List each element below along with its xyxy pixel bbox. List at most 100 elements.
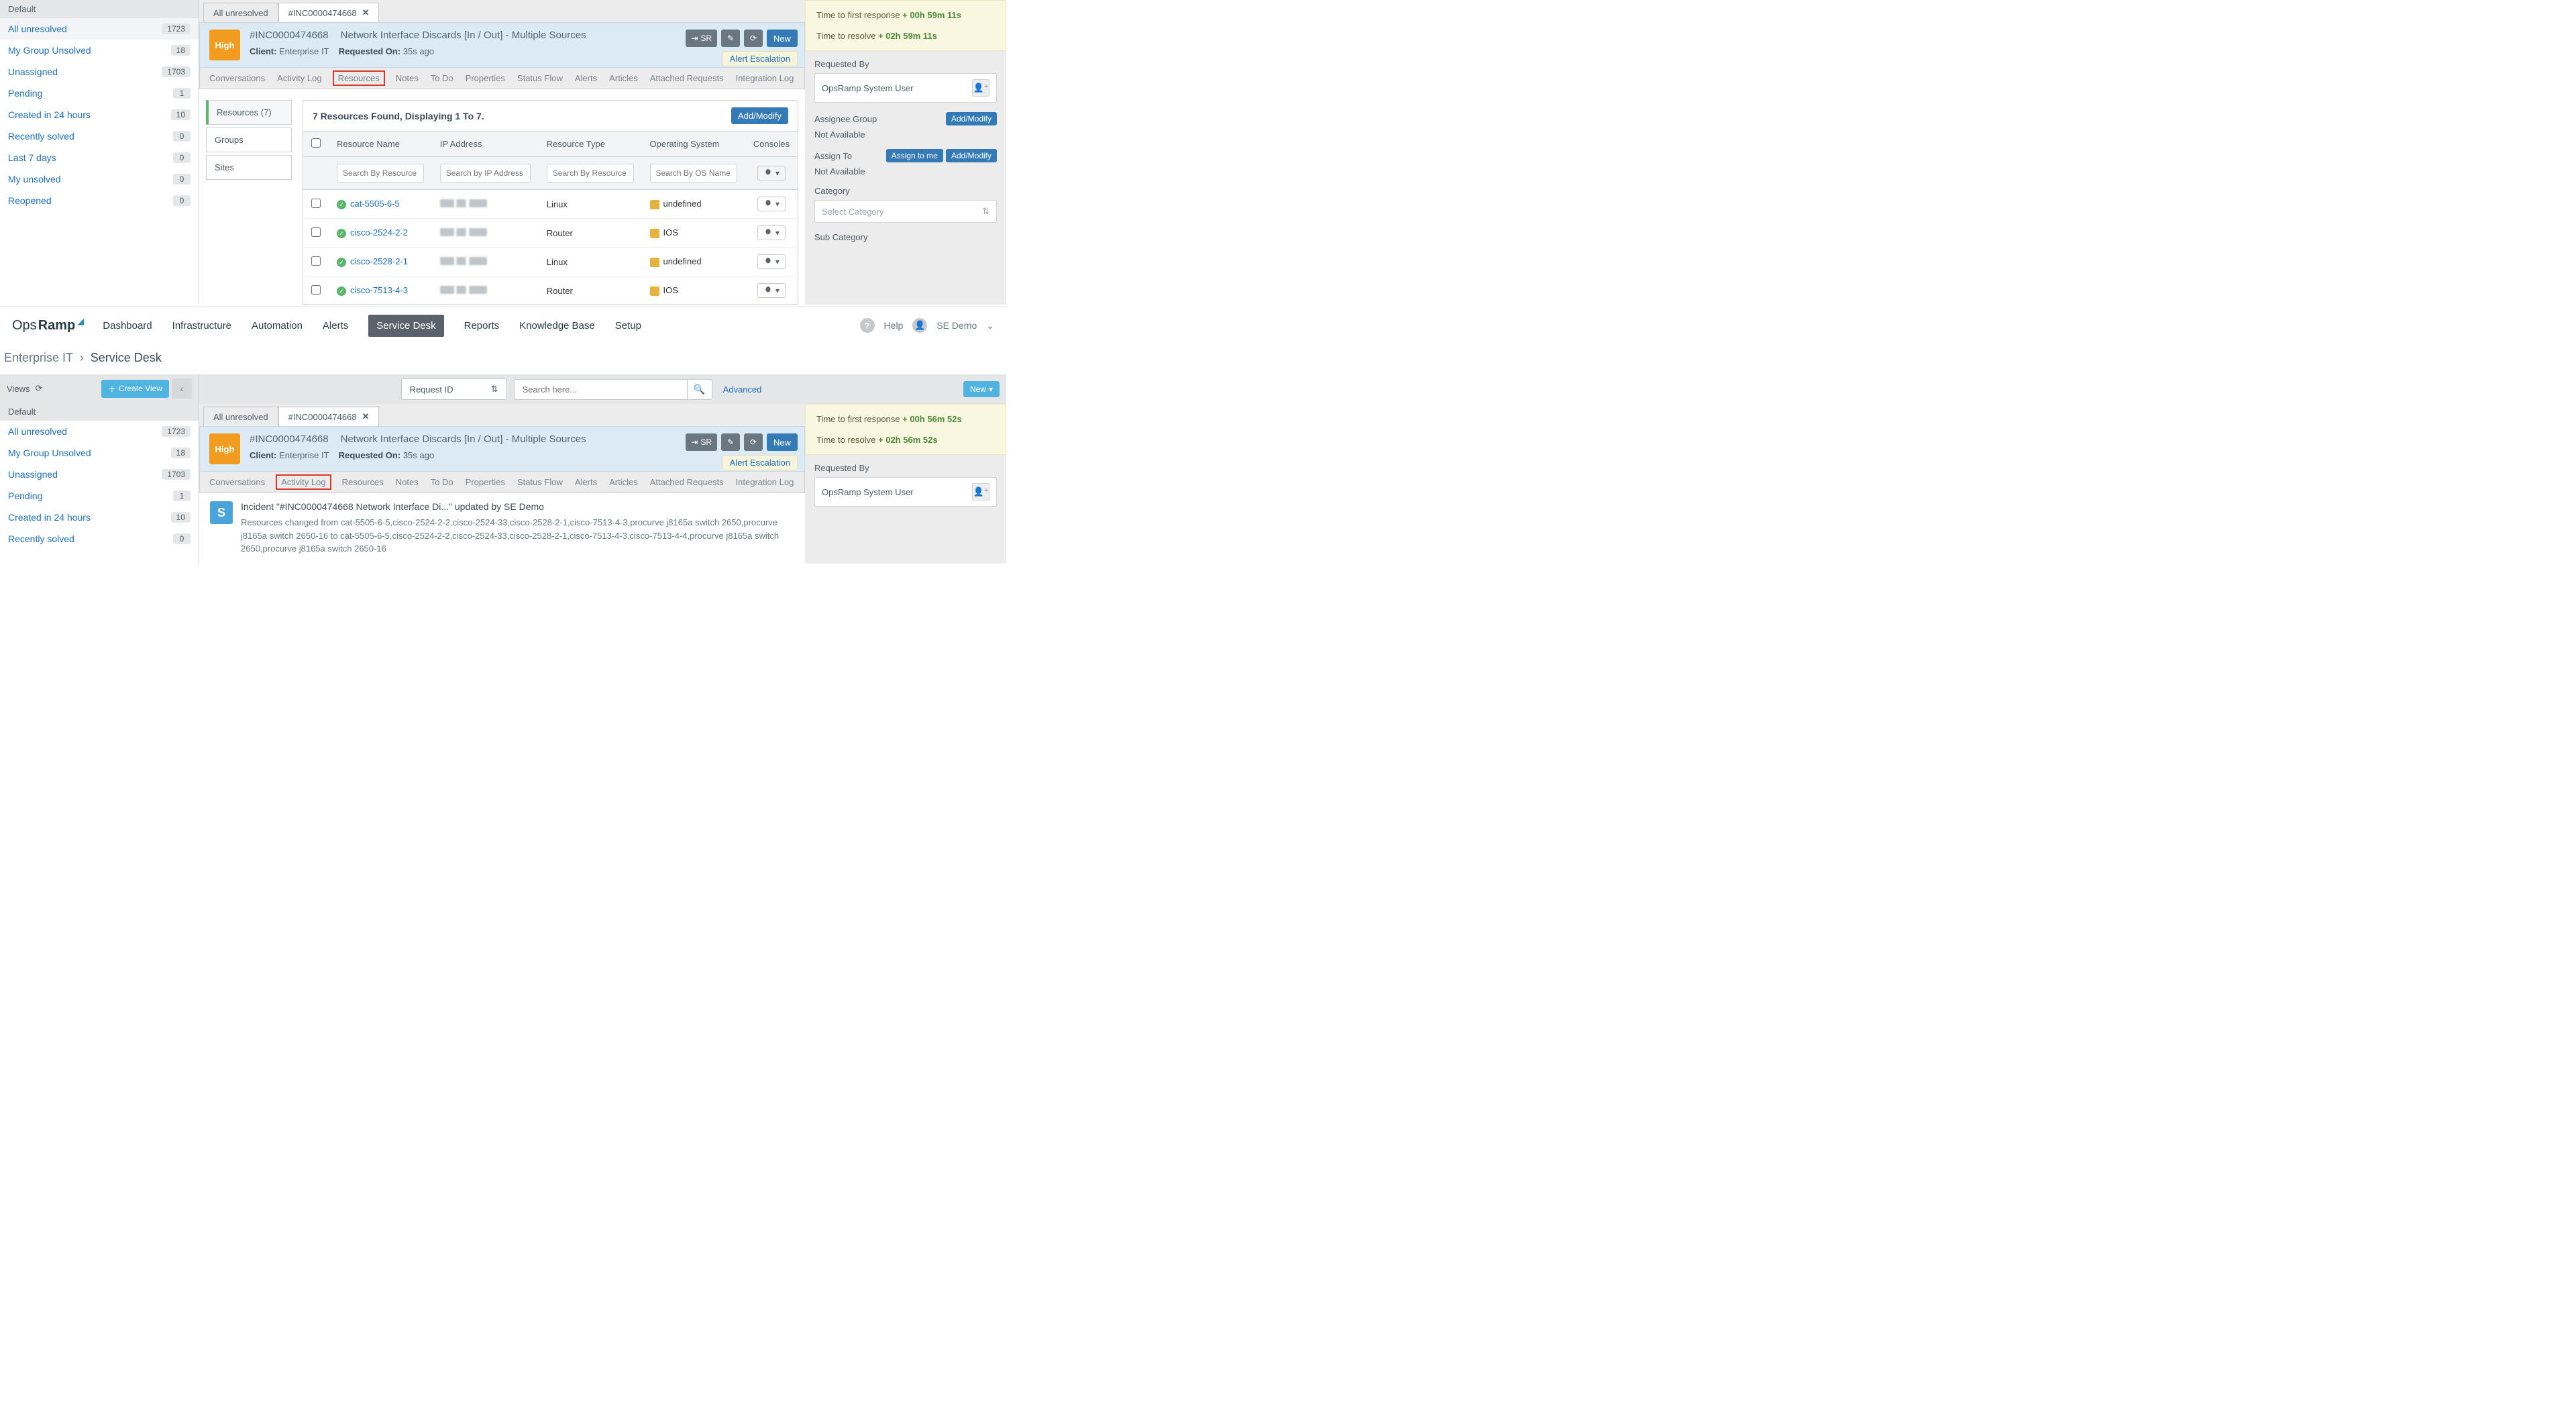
help-icon[interactable]: ?	[860, 318, 875, 333]
advanced-search-link[interactable]: Advanced	[723, 384, 762, 395]
close-tab-icon[interactable]: ✕	[362, 411, 370, 422]
subtab-status-flow[interactable]: Status Flow	[517, 477, 563, 487]
sidebar-item-all-unresolved[interactable]: All unresolved 1723	[0, 18, 199, 40]
nav-user[interactable]: SE Demo	[936, 320, 977, 331]
user-avatar-icon[interactable]: 👤	[912, 318, 927, 333]
nav-help[interactable]: Help	[884, 320, 904, 331]
col-os[interactable]: Operating System	[642, 132, 745, 157]
tab-all-unresolved[interactable]: All unresolved	[203, 3, 278, 22]
logo[interactable]: OpsRamp◢	[12, 318, 84, 333]
resource-side-groups[interactable]: Groups	[206, 127, 292, 152]
subtab-todo[interactable]: To Do	[431, 477, 453, 487]
subtab-resources[interactable]: Resources	[333, 70, 385, 86]
resource-side-resources[interactable]: Resources (7)	[206, 100, 292, 125]
nav-dashboard[interactable]: Dashboard	[103, 320, 152, 331]
views-item[interactable]: Recently solved0	[0, 528, 199, 550]
sr-button[interactable]: ⇥SR	[686, 433, 717, 451]
nav-alerts[interactable]: Alerts	[323, 320, 348, 331]
subtab-alerts[interactable]: Alerts	[575, 73, 597, 83]
views-item[interactable]: My Group Unsolved18	[0, 442, 199, 464]
console-header-button[interactable]: ▾	[757, 166, 786, 180]
row-checkbox[interactable]	[311, 227, 321, 237]
views-item[interactable]: All unresolved1723	[0, 421, 199, 442]
sidebar-item-my-unsolved[interactable]: My unsolved 0	[0, 168, 199, 190]
nav-setup[interactable]: Setup	[615, 320, 641, 331]
console-button[interactable]: ▾	[757, 283, 786, 298]
resource-link[interactable]: cat-5505-6-5	[350, 199, 400, 209]
subtab-conversations[interactable]: Conversations	[209, 477, 265, 487]
resource-link[interactable]: cisco-2528-2-1	[350, 256, 408, 266]
edit-button[interactable]: ✎	[721, 433, 740, 451]
row-checkbox[interactable]	[311, 199, 321, 208]
subtab-alerts[interactable]: Alerts	[575, 477, 597, 487]
row-checkbox[interactable]	[311, 256, 321, 266]
assign-to-add-button[interactable]: Add/Modify	[946, 149, 997, 162]
subtab-status-flow[interactable]: Status Flow	[517, 73, 563, 83]
console-button[interactable]: ▾	[757, 254, 786, 269]
collapse-sidebar-button[interactable]: ‹	[172, 378, 192, 399]
subtab-attached-requests[interactable]: Attached Requests	[650, 73, 724, 83]
sidebar-item-unassigned[interactable]: Unassigned 1703	[0, 61, 199, 83]
assign-to-me-button[interactable]: Assign to me	[886, 149, 943, 162]
sidebar-item-pending[interactable]: Pending 1	[0, 83, 199, 104]
nav-reports[interactable]: Reports	[464, 320, 500, 331]
sidebar-item-recently-solved[interactable]: Recently solved 0	[0, 125, 199, 147]
row-checkbox[interactable]	[311, 285, 321, 295]
views-item[interactable]: Unassigned1703	[0, 464, 199, 485]
add-modify-resources-button[interactable]: Add/Modify	[731, 107, 788, 124]
create-view-button[interactable]: ＋Create View	[101, 380, 169, 398]
subtab-todo[interactable]: To Do	[431, 73, 453, 83]
col-consoles[interactable]: Consoles	[745, 132, 798, 157]
search-input[interactable]	[514, 379, 687, 400]
subtab-integration-log[interactable]: Integration Log	[736, 477, 794, 487]
views-item[interactable]: Pending1	[0, 485, 199, 507]
subtab-properties[interactable]: Properties	[466, 477, 505, 487]
search-button[interactable]: 🔍	[687, 379, 712, 400]
subtab-notes[interactable]: Notes	[396, 477, 419, 487]
close-tab-icon[interactable]: ✕	[362, 7, 370, 18]
tab-incident-2[interactable]: #INC0000474668 ✕	[278, 407, 380, 426]
nav-service-desk[interactable]: Service Desk	[368, 315, 443, 337]
nav-knowledge-base[interactable]: Knowledge Base	[519, 320, 595, 331]
subtab-resources[interactable]: Resources	[342, 477, 384, 487]
subtab-articles[interactable]: Articles	[609, 73, 638, 83]
subtab-integration-log[interactable]: Integration Log	[736, 73, 794, 83]
sidebar-item-my-group-unsolved[interactable]: My Group Unsolved 18	[0, 40, 199, 61]
col-ip-address[interactable]: IP Address	[432, 132, 539, 157]
sidebar-item-24h[interactable]: Created in 24 hours 10	[0, 104, 199, 125]
resource-side-sites[interactable]: Sites	[206, 155, 292, 180]
sidebar-item-last7[interactable]: Last 7 days 0	[0, 147, 199, 168]
subtab-attached-requests[interactable]: Attached Requests	[650, 477, 724, 487]
chevron-down-icon[interactable]: ⌄	[986, 320, 994, 331]
add-user-button[interactable]: 👤⁺	[972, 79, 989, 97]
filter-os[interactable]	[650, 164, 737, 183]
alert-escalation-link[interactable]: Alert Escalation	[722, 455, 798, 470]
filter-resource-type[interactable]	[547, 164, 634, 183]
category-select[interactable]: Select Category ⇅	[814, 200, 997, 223]
new-button[interactable]: New	[767, 30, 798, 47]
sr-button[interactable]: ⇥SR	[686, 30, 717, 47]
resource-link[interactable]: cisco-7513-4-3	[350, 285, 408, 295]
subtab-notes[interactable]: Notes	[396, 73, 419, 83]
resource-link[interactable]: cisco-2524-2-2	[350, 227, 408, 238]
new-button[interactable]: New	[767, 433, 798, 451]
refresh-button[interactable]: ⟳	[744, 30, 763, 47]
edit-button[interactable]: ✎	[721, 30, 740, 47]
assignee-group-add-button[interactable]: Add/Modify	[946, 112, 997, 125]
tab-all-unresolved-2[interactable]: All unresolved	[203, 407, 278, 426]
sidebar-item-reopened[interactable]: Reopened 0	[0, 190, 199, 211]
alert-escalation-link[interactable]: Alert Escalation	[722, 51, 798, 66]
select-all-checkbox[interactable]	[311, 138, 321, 148]
subtab-conversations[interactable]: Conversations	[209, 73, 265, 83]
console-button[interactable]: ▾	[757, 197, 786, 211]
console-button[interactable]: ▾	[757, 225, 786, 240]
nav-infrastructure[interactable]: Infrastructure	[172, 320, 231, 331]
nav-automation[interactable]: Automation	[252, 320, 303, 331]
filter-resource-name[interactable]	[337, 164, 424, 183]
col-resource-type[interactable]: Resource Type	[539, 132, 642, 157]
subtab-activity-log[interactable]: Activity Log	[277, 73, 321, 83]
subtab-properties[interactable]: Properties	[466, 73, 505, 83]
tab-incident[interactable]: #INC0000474668 ✕	[278, 3, 380, 22]
col-resource-name[interactable]: Resource Name	[329, 132, 432, 157]
subtab-articles[interactable]: Articles	[609, 477, 638, 487]
